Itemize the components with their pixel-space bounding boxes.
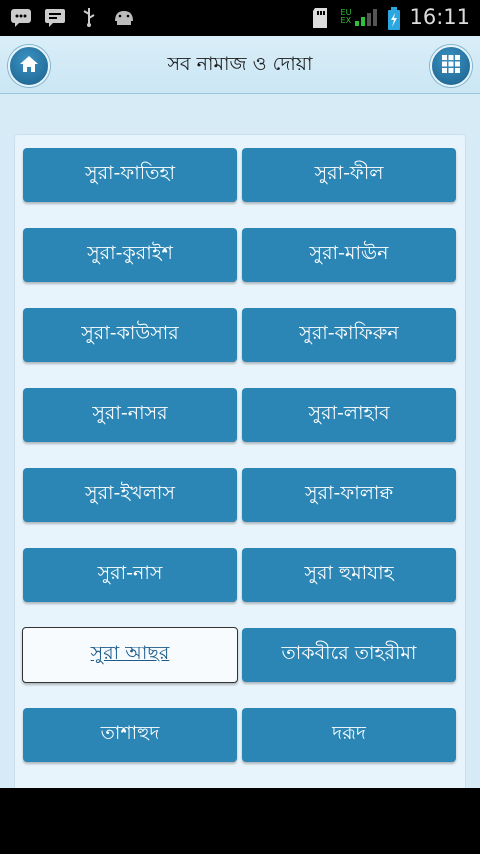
status-bar: EU EX 16:11 <box>0 0 480 36</box>
android-icon <box>112 7 134 27</box>
sura-kafirun-button[interactable]: সুরা-কাফিরুন <box>242 308 456 362</box>
grid-menu-icon <box>441 54 461 78</box>
usb-icon <box>78 7 100 27</box>
battery-icon <box>387 7 401 30</box>
sura-fatiha-button[interactable]: সুরা-ফাতিহা <box>23 148 237 202</box>
message-icon <box>44 7 66 27</box>
network-type-bottom: EX <box>340 16 352 25</box>
sura-fil-button[interactable]: সুরা-ফীল <box>242 148 456 202</box>
takbire-tahrima-button[interactable]: তাকবীরে তাহরীমা <box>242 628 456 682</box>
sd-card-icon <box>311 7 333 28</box>
app-header: সব নামাজ ও দোয়া <box>0 36 480 94</box>
sura-quraish-button[interactable]: সুরা-কুরাইশ <box>23 228 237 282</box>
clock: 16:11 <box>409 5 470 29</box>
durud-button[interactable]: দরূদ <box>242 708 456 762</box>
sura-kawsar-button[interactable]: সুরা-কাউসার <box>23 308 237 362</box>
page-title: সব নামাজ ও দোয়া <box>167 53 313 75</box>
signal-icon: EU EX <box>341 7 380 27</box>
sura-nasr-button[interactable]: সুরা-নাসর <box>23 388 237 442</box>
sura-lahab-button[interactable]: সুরা-লাহাব <box>242 388 456 442</box>
sura-humazah-button[interactable]: সুরা হুমাযাহ <box>242 548 456 602</box>
sura-maun-button[interactable]: সুরা-মাঊন <box>242 228 456 282</box>
bottom-bar <box>0 788 480 854</box>
bbm-icon <box>10 7 32 27</box>
content-area: সুরা-ফাতিহা সুরা-ফীল সুরা-কুরাইশ সুরা-মা… <box>0 94 480 796</box>
sura-falaq-button[interactable]: সুরা-ফালাক্ব <box>242 468 456 522</box>
sura-nas-button[interactable]: সুরা-নাস <box>23 548 237 602</box>
sura-ikhlas-button[interactable]: সুরা-ইখলাস <box>23 468 237 522</box>
sura-asr-button[interactable]: সুরা আছর <box>22 627 238 683</box>
tashahhud-button[interactable]: তাশাহুদ <box>23 708 237 762</box>
grid-menu-button[interactable] <box>430 45 472 87</box>
